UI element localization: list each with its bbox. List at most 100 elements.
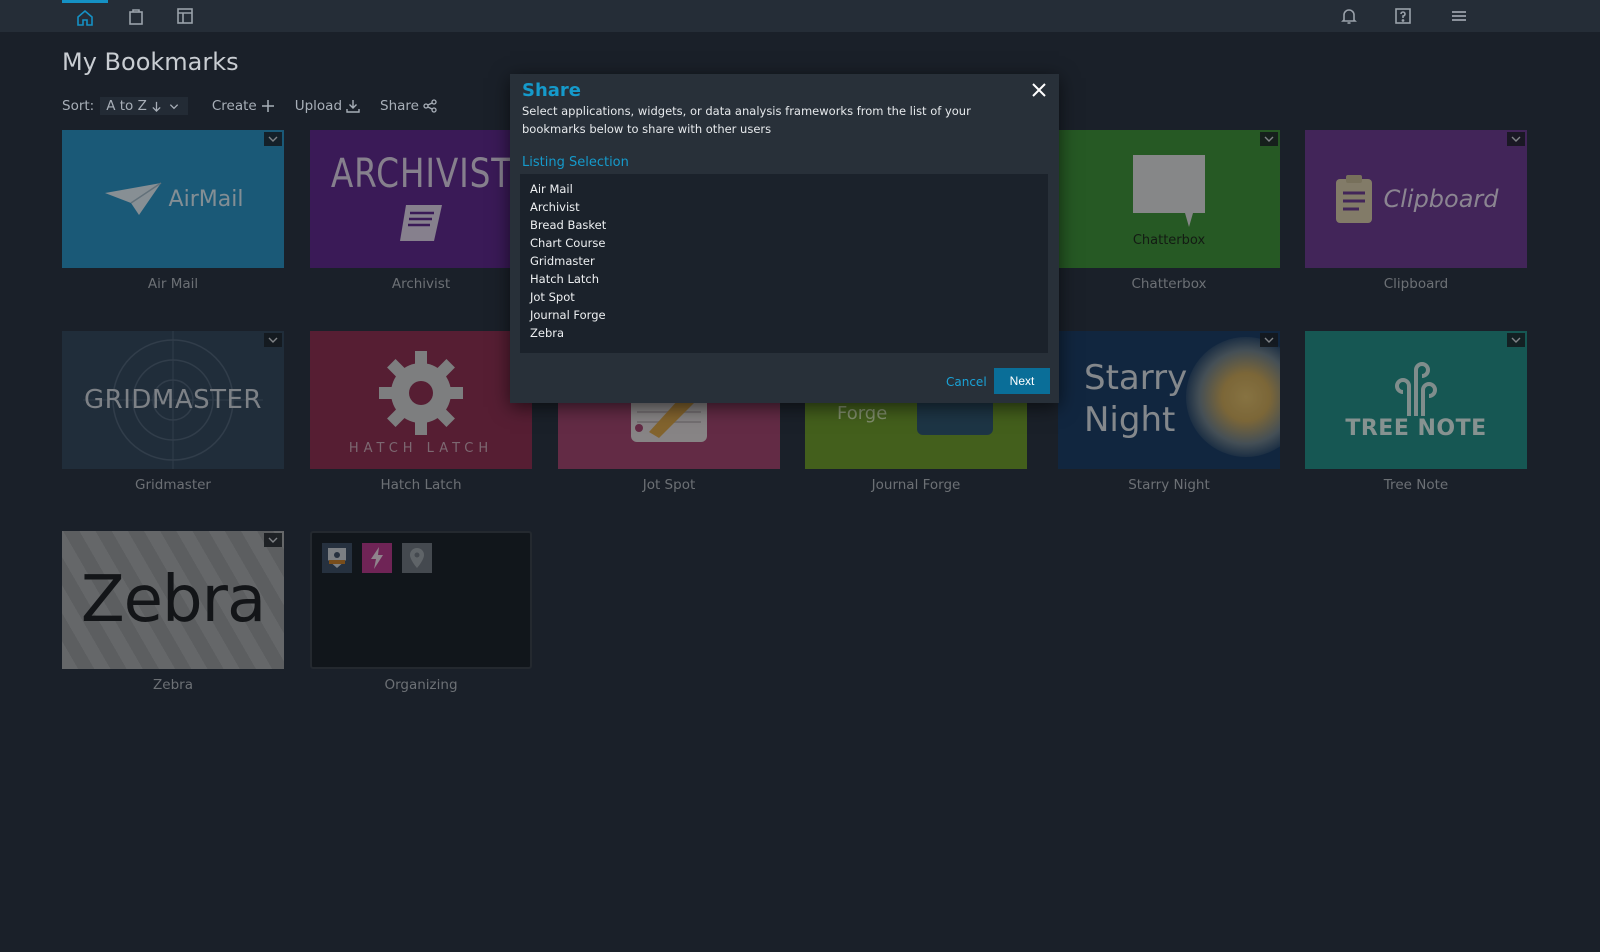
tile-image: Starry Night bbox=[1058, 331, 1280, 469]
clipboard-icon bbox=[1336, 175, 1373, 223]
list-item[interactable]: Archivist bbox=[530, 198, 1038, 216]
plus-icon bbox=[261, 100, 274, 112]
upload-label: Upload bbox=[294, 98, 343, 114]
bookmark-tile-zebra[interactable]: Zebra Zebra bbox=[62, 531, 284, 693]
dialog-title: Share bbox=[522, 80, 582, 101]
sort-label: Sort: bbox=[62, 98, 95, 114]
bookmark-tile-hatch-latch[interactable]: HATCH LATCH Hatch Latch bbox=[310, 331, 532, 493]
tile-menu-chevron[interactable] bbox=[264, 333, 282, 347]
tile-image: TREE NOTE bbox=[1305, 331, 1527, 469]
tile-label: Journal Forge bbox=[871, 477, 961, 493]
bookmark-tile-air-mail[interactable]: AirMail Air Mail bbox=[62, 130, 284, 292]
sort-dropdown[interactable]: A to Z bbox=[100, 97, 188, 115]
bookmark-tile-clipboard[interactable]: Clipboard Clipboard bbox=[1305, 130, 1527, 292]
create-button[interactable]: Create bbox=[212, 98, 275, 114]
list-item[interactable]: Hatch Latch bbox=[530, 270, 1038, 288]
home-icon[interactable] bbox=[62, 0, 108, 32]
bookmark-tile-gridmaster[interactable]: GRIDMASTER Gridmaster bbox=[62, 331, 284, 493]
bell-icon[interactable] bbox=[1326, 0, 1372, 32]
tile-label: Archivist bbox=[391, 276, 451, 292]
bag-icon[interactable] bbox=[113, 0, 159, 32]
tile-logo-text-line1: Starry bbox=[1084, 358, 1188, 398]
chevron-down-icon bbox=[169, 103, 178, 109]
tile-menu-chevron[interactable] bbox=[264, 132, 282, 146]
list-item[interactable]: Gridmaster bbox=[530, 252, 1038, 270]
list-item[interactable]: Bread Basket bbox=[530, 216, 1038, 234]
tile-label: Chatterbox bbox=[1131, 276, 1207, 292]
bookmark-tile-chatterbox[interactable]: Chatterbox Chatterbox bbox=[1058, 130, 1280, 292]
tile-label: Gridmaster bbox=[135, 477, 211, 493]
mapp-icon bbox=[322, 543, 352, 573]
tile-logo-text: Zebra bbox=[80, 563, 266, 637]
tile-menu-chevron[interactable] bbox=[1260, 132, 1278, 146]
layout-icon[interactable] bbox=[162, 0, 208, 32]
tree-icon bbox=[1395, 361, 1437, 416]
map-pin-icon bbox=[402, 543, 432, 573]
book-icon bbox=[400, 205, 442, 241]
tile-label: Starry Night bbox=[1128, 477, 1210, 493]
share-dialog: Share Select applications, widgets, or d… bbox=[510, 74, 1059, 403]
tile-image: Chatterbox bbox=[1058, 130, 1280, 268]
tile-logo-text: AirMail bbox=[168, 186, 244, 212]
upload-button[interactable]: Upload bbox=[295, 98, 360, 114]
menu-icon[interactable] bbox=[1436, 0, 1482, 32]
listing-selection-list[interactable]: Air Mail Archivist Bread Basket Chart Co… bbox=[520, 174, 1048, 353]
bookmark-folder-organizing[interactable]: Organizing bbox=[310, 531, 532, 693]
sort-value: A to Z bbox=[106, 98, 147, 114]
list-item[interactable]: Journal Forge bbox=[530, 306, 1038, 324]
bookmark-tile-archivist[interactable]: ARCHIVIST Archivist bbox=[310, 130, 532, 292]
tile-image: ARCHIVIST bbox=[310, 130, 532, 268]
share-icon bbox=[423, 99, 437, 113]
tile-menu-chevron[interactable] bbox=[264, 533, 282, 547]
tile-logo-text: Clipboard bbox=[1383, 185, 1499, 213]
tile-logo-text: Chatterbox bbox=[1132, 232, 1206, 248]
tile-image: Clipboard bbox=[1305, 130, 1527, 268]
gear-icon bbox=[379, 350, 463, 435]
bookmark-tile-tree-note[interactable]: TREE NOTE Tree Note bbox=[1305, 331, 1527, 493]
tile-label: Tree Note bbox=[1383, 477, 1449, 493]
tile-label: Air Mail bbox=[147, 276, 199, 292]
tile-logo-text: ARCHIVIST bbox=[330, 151, 512, 197]
bookmark-tile-starry-night[interactable]: Starry Night Starry Night bbox=[1058, 331, 1280, 493]
arrow-down-icon bbox=[152, 101, 161, 112]
help-icon[interactable] bbox=[1380, 0, 1426, 32]
download-icon bbox=[346, 100, 360, 113]
moon-swirl-graphic bbox=[1186, 337, 1280, 457]
cancel-button[interactable]: Cancel bbox=[946, 375, 987, 389]
tile-image: HATCH LATCH bbox=[310, 331, 532, 469]
folder-box bbox=[310, 531, 532, 669]
tile-logo-text-line2: Night bbox=[1084, 400, 1176, 440]
listing-selection-label: Listing Selection bbox=[522, 155, 629, 170]
tile-image: AirMail bbox=[62, 130, 284, 268]
tile-logo-text: TREE NOTE bbox=[1345, 415, 1487, 441]
tile-label: Organizing bbox=[384, 677, 458, 693]
tile-label: Clipboard bbox=[1383, 276, 1449, 292]
next-button[interactable]: Next bbox=[994, 368, 1050, 394]
tile-image: GRIDMASTER bbox=[62, 331, 284, 469]
tile-menu-chevron[interactable] bbox=[1260, 333, 1278, 347]
bookmark-toolbar: Sort: A to Z Create Upload Share bbox=[62, 95, 457, 117]
tile-menu-chevron[interactable] bbox=[1507, 132, 1525, 146]
page-title: My Bookmarks bbox=[62, 48, 239, 76]
close-icon[interactable] bbox=[1029, 80, 1049, 100]
tile-logo-text: Forge bbox=[837, 403, 888, 424]
lightning-icon bbox=[362, 543, 392, 573]
tile-label: Jot Spot bbox=[642, 477, 696, 493]
share-label: Share bbox=[380, 98, 419, 114]
tile-label: Hatch Latch bbox=[380, 477, 462, 493]
tile-image: Zebra bbox=[62, 531, 284, 669]
list-item[interactable]: Air Mail bbox=[530, 180, 1038, 198]
speech-bubble-icon bbox=[1133, 154, 1205, 227]
tile-logo-text: GRIDMASTER bbox=[84, 385, 262, 415]
tile-logo-text: HATCH LATCH bbox=[348, 440, 494, 456]
tile-menu-chevron[interactable] bbox=[1507, 333, 1525, 347]
create-label: Create bbox=[211, 98, 257, 114]
share-button[interactable]: Share bbox=[380, 98, 437, 114]
tile-label: Zebra bbox=[153, 677, 193, 693]
dialog-description: Select applications, widgets, or data an… bbox=[522, 104, 971, 136]
list-item[interactable]: Chart Course bbox=[530, 234, 1038, 252]
paper-plane-icon bbox=[104, 182, 161, 215]
list-item[interactable]: Zebra bbox=[530, 324, 1038, 342]
list-item[interactable]: Jot Spot bbox=[530, 288, 1038, 306]
top-nav-bar bbox=[0, 0, 1600, 32]
